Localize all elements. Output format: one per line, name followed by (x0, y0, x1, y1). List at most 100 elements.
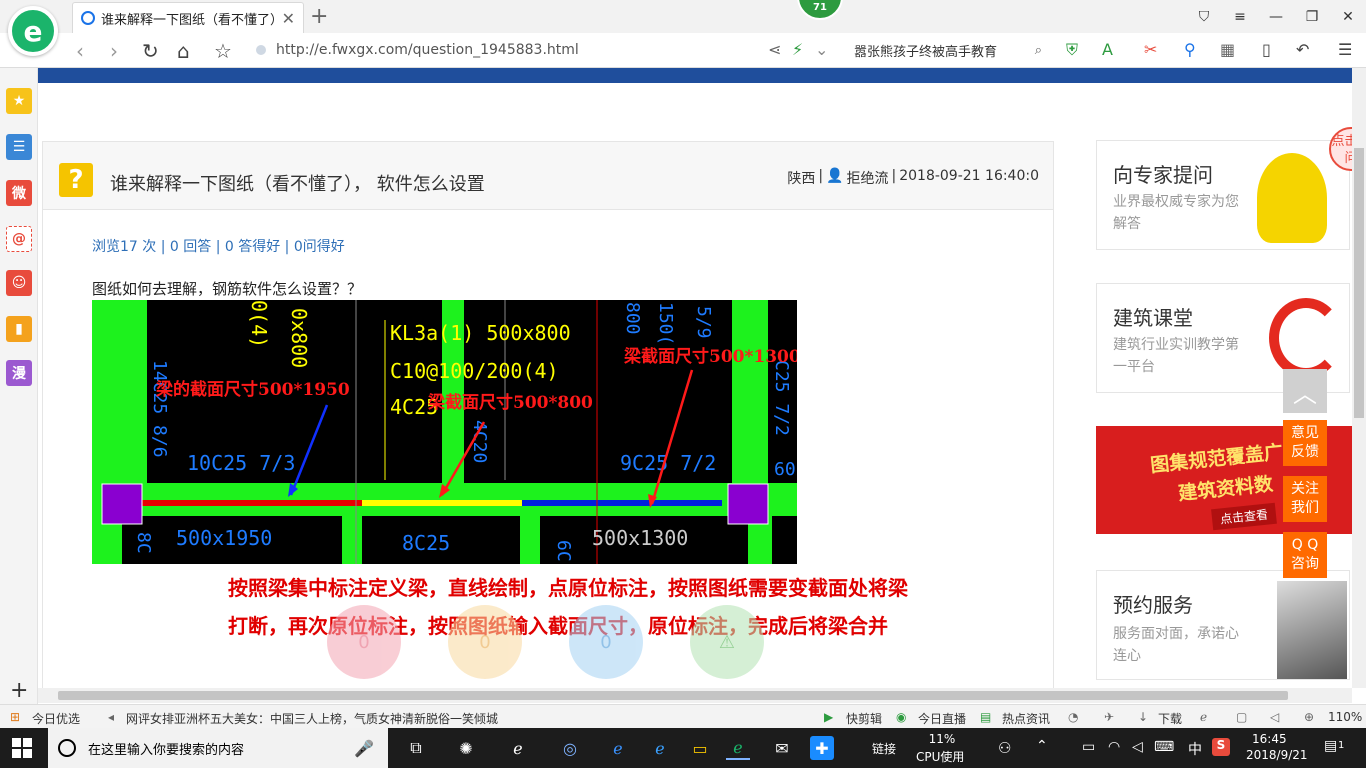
phone-icon[interactable]: ▯ (1262, 40, 1271, 59)
ask-bubble[interactable]: 点击提问 (1329, 127, 1352, 171)
banner-button[interactable]: 点击查看 (1211, 502, 1277, 531)
search-icon[interactable]: ⌕ (1035, 43, 1042, 58)
ie-browser-icon[interactable]: ℯ (648, 736, 672, 760)
zoom-level[interactable]: 110% (1328, 710, 1362, 724)
sidebar-game-icon[interactable]: ☺ (6, 270, 32, 296)
apps-icon[interactable]: ▦ (1220, 40, 1235, 59)
share-icon[interactable]: ⋖ (768, 40, 781, 59)
magnifier-icon[interactable]: ⚲ (1184, 40, 1196, 59)
shirt-icon[interactable]: ⛉ (1186, 0, 1222, 33)
refresh-icon[interactable]: ↻ (142, 39, 159, 63)
speed-icon[interactable]: ◔ (1068, 710, 1078, 724)
service-card[interactable]: 预约服务 服务面对面，承诺心连心 (1096, 570, 1350, 680)
vote-button-2[interactable]: 0 (448, 605, 522, 679)
handshake-image (1277, 581, 1347, 679)
tab-active[interactable]: 谁来解释一下图纸（看不懂了） ✕ (72, 2, 304, 33)
sidebar-comic-icon[interactable]: 漫 (6, 360, 32, 386)
sogou-icon[interactable]: S (1212, 738, 1230, 756)
drawing-image[interactable]: KL3a(1) 500x800 C10@100/200(4) 4C25 10C2… (92, 300, 797, 564)
close-tab-icon[interactable]: ✕ (282, 9, 295, 28)
feiyu-app-icon[interactable]: ✚ (810, 736, 834, 760)
add-icon[interactable]: + (10, 678, 28, 703)
star-icon[interactable]: ☆ (214, 39, 232, 63)
horizontal-scroll-thumb[interactable] (58, 691, 1288, 700)
sidebar-mail-icon[interactable]: @ (6, 226, 32, 252)
home-icon[interactable]: ⌂ (177, 39, 190, 63)
hamburger-icon[interactable]: ☰ (1338, 40, 1352, 59)
feedback-button[interactable]: 意见反馈 (1283, 420, 1327, 466)
wifi-icon[interactable]: ◠ (1108, 739, 1120, 755)
taskbar-search-input[interactable]: 在这里输入你要搜索的内容 🎤 (48, 728, 388, 768)
notification-badge[interactable]: 71 (797, 0, 843, 20)
tray-expand-icon[interactable]: ⌃ (1036, 738, 1048, 754)
scissors-icon[interactable]: ✂ (1144, 40, 1157, 59)
sidebar-notes-icon[interactable]: ▮ (6, 316, 32, 342)
address-bar[interactable]: http://e.fwxgx.com/question_1945883.html (256, 37, 846, 63)
user-name[interactable]: 拒绝流 (847, 168, 889, 188)
expert-card[interactable]: 向专家提问 业界最权威专家为您解答 点击提问 (1096, 127, 1352, 250)
vertical-scroll-thumb[interactable] (1354, 148, 1364, 418)
browser-task-icon[interactable]: ℯ (726, 736, 750, 760)
tab-title: 谁来解释一下图纸（看不懂了） (101, 12, 276, 28)
mute-icon[interactable]: ◁ (1270, 710, 1279, 724)
window-mode-icon[interactable]: ▢ (1236, 710, 1247, 724)
horizontal-scrollbar[interactable] (38, 688, 1352, 703)
translate-icon[interactable]: A (1102, 40, 1113, 59)
qq-button[interactable]: Q Q咨询 (1283, 532, 1327, 578)
back-icon[interactable]: ‹ (76, 39, 84, 63)
link-label[interactable]: 链接 (872, 740, 896, 757)
sidebar-favorites-icon[interactable]: ★ (6, 88, 32, 114)
keyboard-icon[interactable]: ⌨ (1154, 739, 1174, 755)
course-desc: 建筑行业实训教学第一平台 (1113, 337, 1239, 375)
follow-button[interactable]: 关注我们 (1283, 476, 1327, 522)
today-pick[interactable]: 今日优选 (32, 710, 80, 727)
clip-link[interactable]: 快剪辑 (846, 710, 882, 727)
ie-mode-icon[interactable]: ℯ (1200, 710, 1207, 724)
minimize-button[interactable]: — (1258, 0, 1294, 33)
download-link[interactable]: 下载 (1158, 710, 1182, 727)
zoom-icon[interactable]: ⊕ (1304, 710, 1314, 724)
volume-icon[interactable]: ◁ (1132, 739, 1143, 755)
search-input[interactable]: 嚣张熊孩子终被高手教育 ⌕ (846, 37, 1042, 63)
back-to-top-button[interactable]: ︿ (1283, 369, 1327, 413)
sidebar-weibo-icon[interactable]: 微 (6, 180, 32, 206)
clock-date[interactable]: 2018/9/21 (1246, 748, 1308, 762)
task-view-icon[interactable]: ⧉ (404, 736, 428, 760)
ime-indicator[interactable]: 中 (1188, 739, 1202, 759)
restore-button[interactable]: ❐ (1294, 0, 1330, 33)
new-tab-button[interactable]: + (310, 4, 328, 29)
edge-app-icon[interactable]: ℯ (606, 736, 630, 760)
label-dim-right: 500x1300 (592, 526, 688, 550)
vote-button-3[interactable]: 0 (569, 605, 643, 679)
ie-app-icon[interactable]: ℯ (506, 736, 530, 760)
microphone-icon[interactable]: 🎤 (354, 739, 374, 758)
taskbar-search-text[interactable]: 在这里输入你要搜索的内容 (88, 739, 354, 758)
menu-icon[interactable]: ≡ (1222, 0, 1258, 33)
pin-icon[interactable]: ✈ (1104, 710, 1114, 724)
news-ticker[interactable]: 网评女排亚洲杯五大美女：中国三人上榜，气质女神清新脱俗一笑倾城 (126, 710, 498, 727)
forward-icon[interactable]: › (110, 39, 118, 63)
clock-time[interactable]: 16:45 (1252, 732, 1287, 746)
fan-app-icon[interactable]: ✺ (454, 736, 478, 760)
search-text[interactable]: 嚣张熊孩子终被高手教育 (854, 41, 1035, 60)
browser-logo[interactable]: e (8, 6, 58, 56)
url-text[interactable]: http://e.fwxgx.com/question_1945883.html (276, 42, 579, 58)
sidebar-news-icon[interactable]: ☰ (6, 134, 32, 160)
vote-button-4[interactable]: ⚠ (690, 605, 764, 679)
hot-link[interactable]: 热点资讯 (1002, 710, 1050, 727)
360-app-icon[interactable]: ◎ (558, 736, 582, 760)
chevron-down-icon[interactable]: ⌄ (815, 40, 828, 59)
action-center-icon[interactable]: ▤ (1324, 738, 1337, 754)
undo-icon[interactable]: ↶ (1296, 40, 1309, 59)
battery-icon[interactable]: ▭ (1082, 739, 1095, 755)
vertical-scrollbar[interactable] (1352, 68, 1366, 688)
mail-app-icon[interactable]: ✉ (770, 736, 794, 760)
shield-icon[interactable]: ⛨ (1066, 40, 1078, 60)
vote-button-1[interactable]: 0 (327, 605, 401, 679)
close-window-button[interactable]: ✕ (1330, 0, 1366, 33)
live-link[interactable]: 今日直播 (918, 710, 966, 727)
lightning-icon[interactable]: ⚡ (792, 40, 803, 59)
file-explorer-icon[interactable]: ▭ (688, 736, 712, 760)
people-icon[interactable]: ⚇ (998, 739, 1011, 757)
windows-start-icon[interactable] (12, 738, 32, 758)
